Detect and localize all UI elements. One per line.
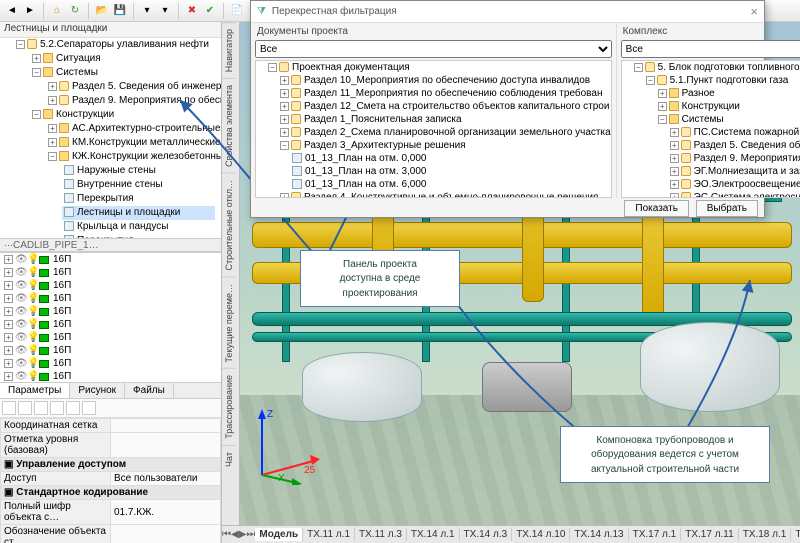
tb-home-icon[interactable]: ⌂ — [49, 3, 65, 19]
breadcrumb: Лестницы и площадки — [0, 22, 221, 38]
layer-row[interactable]: +👁💡16П — [0, 370, 221, 382]
side-tab[interactable]: Навигатор — [222, 22, 236, 78]
props-toolbar — [0, 399, 221, 418]
tb-refresh-icon[interactable]: ↻ — [67, 3, 83, 19]
props-grid[interactable]: Координатная сеткаОтметка уровня (базова… — [0, 418, 221, 543]
side-tab[interactable]: Чат — [222, 445, 236, 473]
properties-panel: Параметры Рисунок Файлы Координатная сет… — [0, 382, 221, 543]
layer-row[interactable]: +👁💡16П — [0, 292, 221, 305]
btab-model[interactable]: Модель — [255, 528, 303, 541]
btab-last-icon[interactable]: ⏭ — [246, 529, 255, 540]
btab-first-icon[interactable]: ⏮ — [222, 529, 231, 540]
tab-files[interactable]: Файлы — [125, 383, 174, 398]
btab-sheet[interactable]: ТХ.17 л.1 — [629, 528, 682, 541]
layer-row[interactable]: +👁💡16П — [0, 344, 221, 357]
tb-check-icon[interactable]: ✔ — [202, 3, 218, 19]
tb-save-icon[interactable]: 💾 — [112, 3, 128, 19]
tab-drawing[interactable]: Рисунок — [70, 383, 125, 398]
ptb-btn[interactable] — [2, 401, 16, 415]
layer-row[interactable]: +👁💡16П — [0, 357, 221, 370]
side-tab[interactable]: Текущие переме… — [222, 277, 236, 369]
col1-tree[interactable]: −Проектная документация +Раздел 10_Мероп… — [255, 60, 612, 198]
close-icon[interactable]: × — [750, 4, 758, 19]
btab-sheet[interactable]: ТХ.11 л.1 — [303, 528, 355, 541]
bottom-tab-strip: ⏮ ◀ ▶ ⏭ Модель ТХ.11 л.1ТХ.11 л.3ТХ.14 л… — [222, 525, 800, 543]
btab-sheet[interactable]: ТХ.18 л.13 — [791, 528, 800, 541]
tb-open-icon[interactable]: 📂 — [94, 3, 110, 19]
tab-params[interactable]: Параметры — [0, 383, 70, 398]
btab-sheet[interactable]: ТХ.14 л.3 — [460, 528, 513, 541]
col1-header: Документы проекта — [251, 23, 616, 40]
btab-sheet[interactable]: ТХ.18 л.1 — [739, 528, 792, 541]
cross-filter-dialog: ⧩ Перекрестная фильтрация × Документы пр… — [250, 0, 765, 218]
show-button[interactable]: Показать — [624, 200, 689, 217]
tb-back-icon[interactable]: ◄ — [4, 3, 20, 19]
tb-tools-icon[interactable]: ▾ — [157, 3, 173, 19]
tb-filter-icon[interactable]: ▾ — [139, 3, 155, 19]
side-tab[interactable]: Трассирование — [222, 368, 236, 445]
btab-next-icon[interactable]: ▶ — [239, 529, 247, 540]
col2-header: Комплекс — [617, 23, 800, 40]
btab-sheet[interactable]: ТХ.14 л.1 — [407, 528, 460, 541]
layer-row[interactable]: +👁💡16П — [0, 279, 221, 292]
btab-sheet[interactable]: ТХ.17 л.11 — [681, 528, 738, 541]
layer-row[interactable]: +👁💡16П — [0, 318, 221, 331]
select-button[interactable]: Выбрать — [696, 200, 758, 217]
callout-2: Компоновка трубопроводов и оборудования … — [560, 426, 770, 483]
dialog-title: Перекрестная фильтрация — [272, 6, 397, 17]
tb-fwd-icon[interactable]: ► — [22, 3, 38, 19]
btab-prev-icon[interactable]: ◀ — [231, 529, 239, 540]
col1-filter[interactable]: Все — [255, 40, 612, 58]
tb-doc1-icon[interactable]: 📄 — [229, 3, 245, 19]
layer-row[interactable]: +👁💡16П — [0, 305, 221, 318]
callout-1: Панель проекта доступна в среде проектир… — [300, 250, 460, 307]
btab-sheet[interactable]: ТХ.14 л.13 — [570, 528, 628, 541]
col2-tree[interactable]: −5. Блок подготовки топливного и пусково… — [621, 60, 800, 198]
col2-filter[interactable]: Все — [621, 40, 800, 58]
tree-root[interactable]: 5.2.Сепараторы улавливания нефти — [40, 39, 209, 50]
layer-row[interactable]: +👁💡16П — [0, 331, 221, 344]
filter-icon: ⧩ — [257, 6, 266, 17]
btab-sheet[interactable]: ТХ.14 л.10 — [512, 528, 570, 541]
tb-cross-icon[interactable]: ✖ — [184, 3, 200, 19]
btab-sheet[interactable]: ТХ.11 л.3 — [355, 528, 407, 541]
layers-list[interactable]: +👁💡16П+👁💡16П+👁💡16П+👁💡16П+👁💡16П+👁💡16П+👁💡1… — [0, 252, 221, 382]
